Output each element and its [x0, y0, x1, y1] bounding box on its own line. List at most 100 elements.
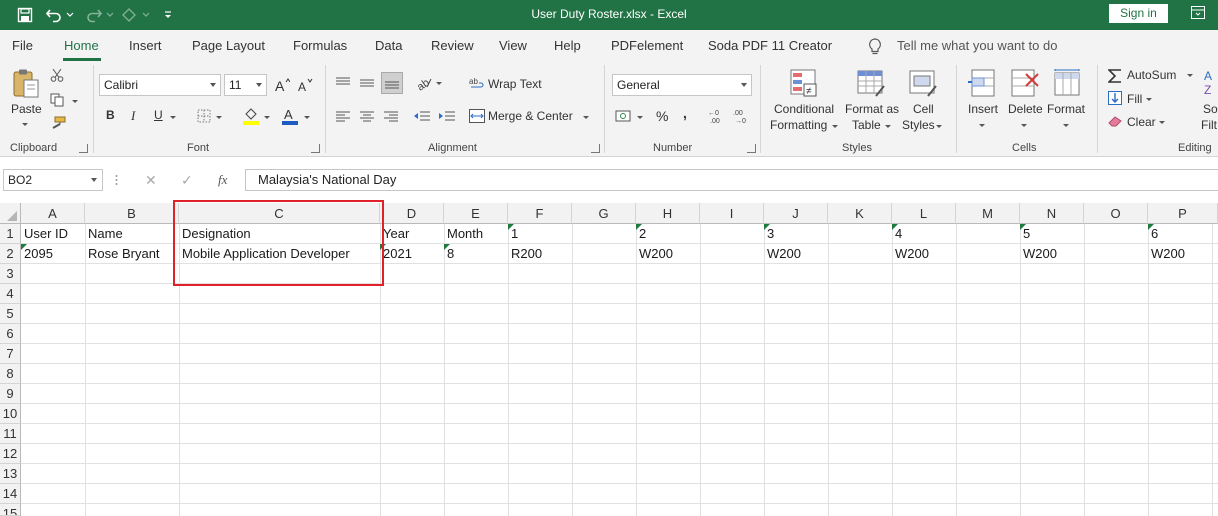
tab-view[interactable]: View [499, 38, 527, 53]
tab-insert[interactable]: Insert [129, 38, 162, 53]
tab-review[interactable]: Review [431, 38, 474, 53]
redo-icon[interactable] [84, 4, 104, 26]
column-header-m[interactable]: M [956, 203, 1020, 224]
conditional-formatting-label-2[interactable]: Formatting [770, 118, 827, 132]
paste-label[interactable]: Paste [11, 102, 42, 116]
italic-button[interactable]: I [131, 108, 135, 124]
top-align-icon[interactable] [334, 74, 352, 92]
column-header-c[interactable]: C [179, 203, 380, 224]
increase-indent-icon[interactable] [437, 108, 457, 124]
undo-dropdown-icon[interactable] [64, 4, 76, 26]
undo-icon[interactable] [44, 4, 64, 26]
redo-dropdown-icon[interactable] [104, 4, 116, 26]
orientation-icon[interactable]: ab [414, 74, 434, 92]
cell-styles-icon[interactable] [907, 67, 939, 99]
number-as-text-indicator-icon[interactable] [21, 244, 27, 250]
insert-function-icon[interactable]: fx [218, 172, 227, 188]
formula-bar-grip-icon[interactable] [115, 174, 118, 186]
tab-data[interactable]: Data [375, 38, 402, 53]
worksheet-grid[interactable]: A B C D E F G H I J K L M N O P 1 2 3 4 … [0, 203, 1218, 516]
number-as-text-indicator-icon[interactable] [764, 224, 770, 230]
cell-l2[interactable]: W200 [892, 244, 929, 264]
decrease-indent-icon[interactable] [412, 108, 432, 124]
row-header-10[interactable]: 10 [0, 404, 21, 424]
conditional-formatting-dropdown-icon[interactable] [832, 125, 838, 128]
column-header-a[interactable]: A [21, 203, 85, 224]
select-all-button[interactable] [0, 203, 21, 224]
cell-p2[interactable]: W200 [1148, 244, 1185, 264]
cell-e1[interactable]: Month [444, 224, 483, 244]
tab-formulas[interactable]: Formulas [293, 38, 347, 53]
align-center-icon[interactable] [358, 108, 376, 124]
align-left-icon[interactable] [334, 108, 352, 124]
column-header-h[interactable]: H [636, 203, 700, 224]
autosum-dropdown-icon[interactable] [1187, 74, 1193, 77]
column-header-k[interactable]: K [828, 203, 892, 224]
cell-c1[interactable]: Designation [179, 224, 251, 244]
percent-style-button[interactable]: % [656, 108, 668, 124]
underline-dropdown-icon[interactable] [170, 116, 176, 119]
name-box[interactable]: BO2 [3, 169, 103, 191]
font-color-icon[interactable]: A [281, 106, 299, 126]
column-header-o[interactable]: O [1084, 203, 1148, 224]
cell-d1[interactable]: Year [380, 224, 409, 244]
orientation-dropdown-icon[interactable] [436, 82, 442, 85]
save-icon[interactable] [14, 4, 36, 26]
tab-pdfelement[interactable]: PDFelement [611, 38, 683, 53]
merge-dropdown-icon[interactable] [583, 116, 589, 119]
delete-cells-label[interactable]: Delete [1008, 102, 1043, 116]
cell-a1[interactable]: User ID [21, 224, 68, 244]
number-as-text-indicator-icon[interactable] [444, 244, 450, 250]
format-cells-icon[interactable] [1051, 67, 1083, 99]
number-as-text-indicator-icon[interactable] [1020, 224, 1026, 230]
tell-me-search[interactable]: Tell me what you want to do [897, 38, 1057, 53]
tab-file[interactable]: File [12, 38, 33, 53]
column-header-j[interactable]: J [764, 203, 828, 224]
tab-home[interactable]: Home [64, 38, 99, 53]
cell-styles-label-2[interactable]: Styles [902, 118, 935, 132]
wrap-text-button[interactable]: Wrap Text [488, 77, 542, 91]
fill-button[interactable]: Fill [1127, 92, 1142, 106]
cell-styles-dropdown-icon[interactable] [936, 125, 942, 128]
column-header-p[interactable]: P [1148, 203, 1218, 224]
column-header-d[interactable]: D [380, 203, 444, 224]
number-as-text-indicator-icon[interactable] [892, 224, 898, 230]
row-header-8[interactable]: 8 [0, 364, 21, 384]
insert-cells-label[interactable]: Insert [968, 102, 998, 116]
column-header-i[interactable]: I [700, 203, 764, 224]
clear-dropdown-icon[interactable] [1159, 121, 1165, 124]
accounting-dropdown-icon[interactable] [637, 116, 643, 119]
font-name-dropdown[interactable]: Calibri [99, 74, 221, 96]
conditional-formatting-icon[interactable]: ≠ [788, 67, 820, 99]
row-header-3[interactable]: 3 [0, 264, 21, 284]
cancel-entry-icon[interactable]: ✕ [145, 172, 157, 189]
cell-c2[interactable]: Mobile Application Developer [179, 244, 350, 264]
copy-dropdown-icon[interactable] [72, 100, 78, 103]
bottom-align-icon[interactable] [381, 72, 403, 94]
number-as-text-indicator-icon[interactable] [636, 224, 642, 230]
fill-icon[interactable] [1107, 90, 1123, 106]
sort-filter-label-2[interactable]: Filt [1201, 118, 1217, 132]
touch-mode-icon[interactable] [118, 4, 140, 26]
cell-f2[interactable]: R200 [508, 244, 542, 264]
font-launcher-icon[interactable] [311, 144, 320, 153]
cut-icon[interactable] [49, 67, 65, 83]
copy-icon[interactable] [49, 92, 67, 108]
autosum-icon[interactable] [1106, 67, 1124, 85]
middle-align-icon[interactable] [358, 74, 376, 92]
row-header-14[interactable]: 14 [0, 484, 21, 504]
delete-cells-dropdown-icon[interactable] [1021, 124, 1027, 127]
align-right-icon[interactable] [382, 108, 400, 124]
borders-dropdown-icon[interactable] [216, 116, 222, 119]
clear-eraser-icon[interactable] [1107, 113, 1123, 129]
borders-icon[interactable] [196, 108, 212, 124]
decrease-decimal-icon[interactable]: .00 →0 [731, 108, 751, 124]
row-header-12[interactable]: 12 [0, 444, 21, 464]
sort-filter-icon[interactable]: AZ [1203, 67, 1218, 99]
formula-input[interactable]: Malaysia's National Day [245, 169, 1218, 191]
increase-font-size-icon[interactable]: A [273, 75, 291, 95]
tab-help[interactable]: Help [554, 38, 581, 53]
clipboard-launcher-icon[interactable] [79, 144, 88, 153]
row-header-6[interactable]: 6 [0, 324, 21, 344]
fill-color-icon[interactable] [242, 106, 260, 126]
